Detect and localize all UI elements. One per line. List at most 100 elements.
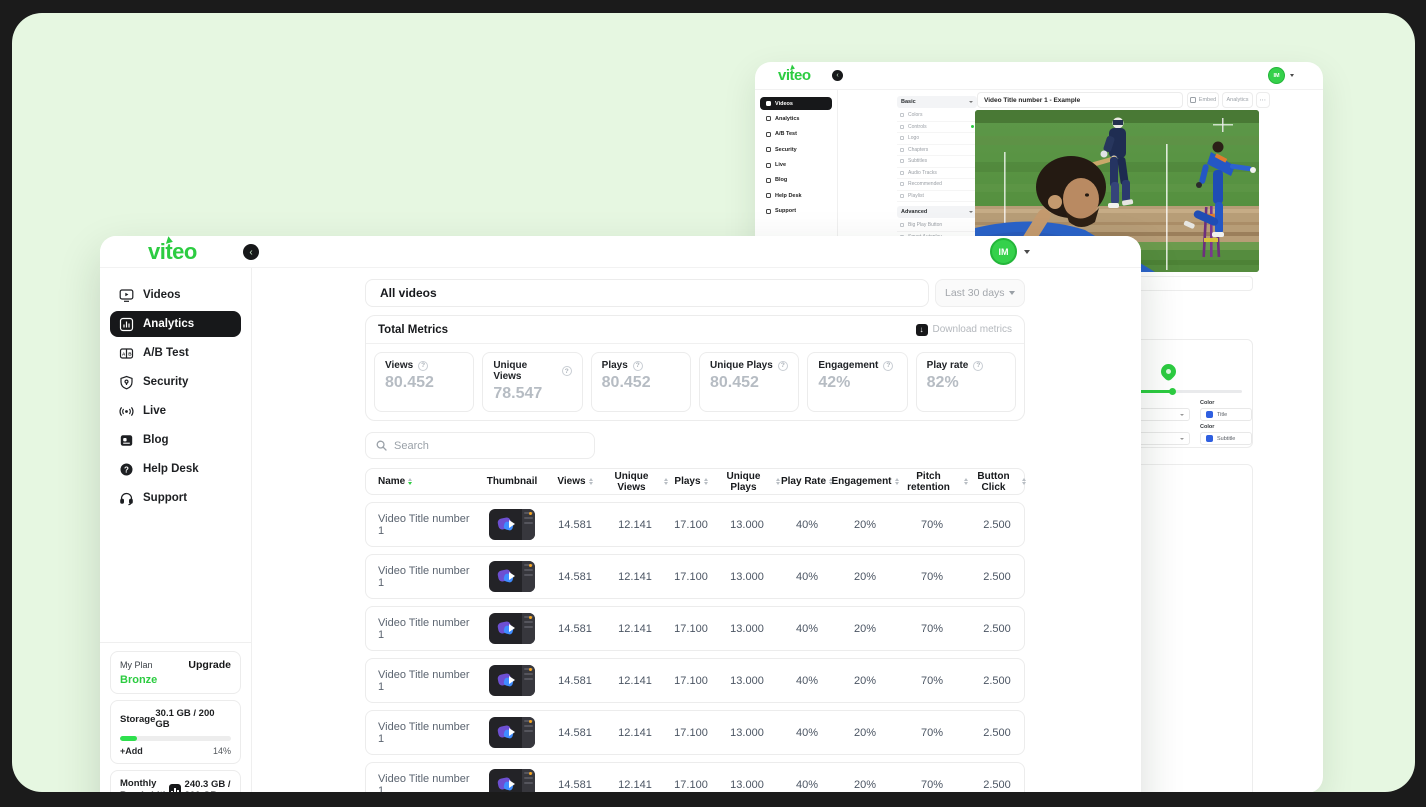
metric-value: 80.452	[602, 374, 680, 392]
help-icon[interactable]: ?	[973, 361, 983, 371]
table-row[interactable]: Video Title number 1 14.58112.14117.1001…	[365, 606, 1025, 651]
settings-item-recommended[interactable]: Recommended	[897, 179, 977, 191]
color-label: Color	[1200, 424, 1252, 430]
sidebar-item-label: Security	[143, 376, 188, 388]
video-thumbnail[interactable]	[476, 509, 548, 540]
avatar[interactable]: IM	[1268, 67, 1285, 84]
settings-section-basic[interactable]: Basic	[897, 96, 977, 108]
column-header-plays[interactable]: Plays	[668, 476, 714, 487]
column-header-pitch-retention[interactable]: Pitch retention	[896, 471, 968, 493]
bg-sidebar-item-live[interactable]: Live	[760, 159, 832, 172]
metric-cell: 12.141	[602, 571, 668, 583]
table-row[interactable]: Video Title number 1 14.58112.14117.1001…	[365, 710, 1025, 755]
metric-cell: 70%	[896, 519, 968, 531]
sidebar-item-support[interactable]: Support	[110, 485, 241, 511]
table-header: Name Thumbnail Views Unique Views Plays …	[365, 468, 1025, 495]
analytics-button[interactable]: Analytics	[1222, 92, 1253, 108]
color-select[interactable]: Title	[1200, 408, 1252, 421]
settings-section-advanced[interactable]: Advanced	[897, 206, 977, 218]
table-row[interactable]: Video Title number 1 14.58112.14117.1001…	[365, 554, 1025, 599]
metric-cell: 70%	[896, 779, 968, 791]
video-thumbnail[interactable]	[476, 613, 548, 644]
column-header-button-click[interactable]: Button Click	[968, 471, 1026, 493]
metric-cell: 40%	[780, 519, 834, 531]
column-header-unique-views[interactable]: Unique Views	[602, 471, 668, 493]
video-thumbnail[interactable]	[476, 665, 548, 696]
slider-handle[interactable]	[1169, 388, 1176, 395]
sort-icon[interactable]	[408, 478, 412, 486]
help-icon[interactable]: ?	[418, 361, 428, 371]
sort-icon[interactable]	[589, 478, 593, 486]
column-header-thumbnail[interactable]: Thumbnail	[476, 476, 548, 487]
column-header-engagement[interactable]: Engagement	[834, 476, 896, 487]
sidebar-item-live[interactable]: Live	[110, 398, 241, 424]
sidebar-item-label: Live	[775, 162, 786, 168]
settings-item-big-play-button[interactable]: Big Play Button	[897, 220, 977, 232]
window-header: viteo ‹ IM	[100, 236, 1141, 268]
column-header-unique-plays[interactable]: Unique Plays	[714, 471, 780, 493]
thumbnail-image	[489, 613, 535, 644]
sidebar-item-videos[interactable]: Videos	[110, 282, 241, 308]
viteo-logo: viteo	[778, 67, 811, 84]
table-row[interactable]: Video Title number 1 14.58112.14117.1001…	[365, 502, 1025, 547]
bg-sidebar-item-a-b-test[interactable]: A/B Test	[760, 128, 832, 141]
settings-item-subtitles[interactable]: Subtitles	[897, 156, 977, 168]
search-input[interactable]: Search	[365, 432, 595, 459]
sidebar-item-a-b-test[interactable]: AB A/B Test	[110, 340, 241, 366]
sidebar-item-blog[interactable]: Blog	[110, 427, 241, 453]
sidebar-item-label: A/B Test	[143, 347, 189, 359]
video-title-input[interactable]: Video Title number 1 - Example	[977, 92, 1183, 108]
settings-item-audio-tracks[interactable]: Audio Tracks	[897, 168, 977, 180]
sort-icon[interactable]	[704, 478, 708, 486]
sidebar-item-analytics[interactable]: Analytics	[110, 311, 241, 337]
sidebar-collapse-button[interactable]: ‹	[243, 244, 259, 260]
column-header-play-rate[interactable]: Play Rate	[780, 476, 834, 487]
video-name: Video Title number 1	[366, 669, 476, 693]
help-icon[interactable]: ?	[562, 366, 572, 376]
settings-item-label: Chapters	[908, 147, 928, 153]
column-header-name[interactable]: Name	[366, 476, 476, 487]
metric-cards: Views ? 80.452 Unique Views ? 78.547 Pla…	[366, 344, 1024, 420]
bg-sidebar-item-blog[interactable]: Blog	[760, 174, 832, 187]
settings-item-chapters[interactable]: Chapters	[897, 145, 977, 157]
chevron-down-icon	[1180, 414, 1184, 416]
sidebar-item-security[interactable]: Security	[110, 369, 241, 395]
table-row[interactable]: Video Title number 1 14.58112.14117.1001…	[365, 658, 1025, 703]
download-metrics-button[interactable]: ↓ Download metrics	[916, 324, 1012, 336]
embed-button[interactable]: Embed	[1187, 92, 1219, 108]
user-menu[interactable]: IM	[1268, 67, 1294, 84]
bg-sidebar-item-analytics[interactable]: Analytics	[760, 112, 832, 125]
video-thumbnail[interactable]	[476, 769, 548, 792]
video-name: Video Title number 1	[366, 513, 476, 537]
column-header-views[interactable]: Views	[548, 476, 602, 487]
sort-icon[interactable]	[1022, 478, 1026, 486]
video-thumbnail[interactable]	[476, 717, 548, 748]
avatar[interactable]: IM	[990, 238, 1017, 265]
table-row[interactable]: Video Title number 1 14.58112.14117.1001…	[365, 762, 1025, 792]
user-menu[interactable]: IM	[990, 238, 1030, 265]
bg-sidebar-item-videos[interactable]: Videos	[760, 97, 832, 110]
more-menu-button[interactable]: ⋯	[1256, 92, 1270, 108]
upgrade-button[interactable]: Upgrade	[188, 659, 231, 671]
sidebar-collapse-button[interactable]: ‹	[832, 70, 843, 81]
bg-sidebar-item-security[interactable]: Security	[760, 143, 832, 156]
video-thumbnail[interactable]	[476, 561, 548, 592]
sidebar-item-help-desk[interactable]: ? Help Desk	[110, 456, 241, 482]
help-icon[interactable]: ?	[778, 361, 788, 371]
settings-item-colors[interactable]: Colors	[897, 110, 977, 122]
help-icon[interactable]: ?	[633, 361, 643, 371]
bg-sidebar-item-support[interactable]: Support	[760, 205, 832, 218]
bg-sidebar-item-help-desk[interactable]: Help Desk	[760, 189, 832, 202]
svg-text:B: B	[128, 351, 132, 356]
settings-item-playlist[interactable]: Playlist	[897, 191, 977, 203]
help-icon[interactable]: ?	[883, 361, 893, 371]
video-scope-dropdown[interactable]: All videos	[365, 279, 929, 307]
settings-item-controls[interactable]: Controls	[897, 122, 977, 134]
color-select[interactable]: Subtitle	[1200, 432, 1252, 445]
metric-card-unique-plays: Unique Plays ? 80.452	[699, 352, 799, 412]
add-storage-button[interactable]: +Add	[120, 746, 143, 756]
date-range-dropdown[interactable]: Last 30 days	[935, 279, 1025, 307]
timeline-pin-icon[interactable]	[1158, 361, 1179, 382]
settings-item-logo[interactable]: Logo	[897, 133, 977, 145]
metric-cell: 70%	[896, 623, 968, 635]
